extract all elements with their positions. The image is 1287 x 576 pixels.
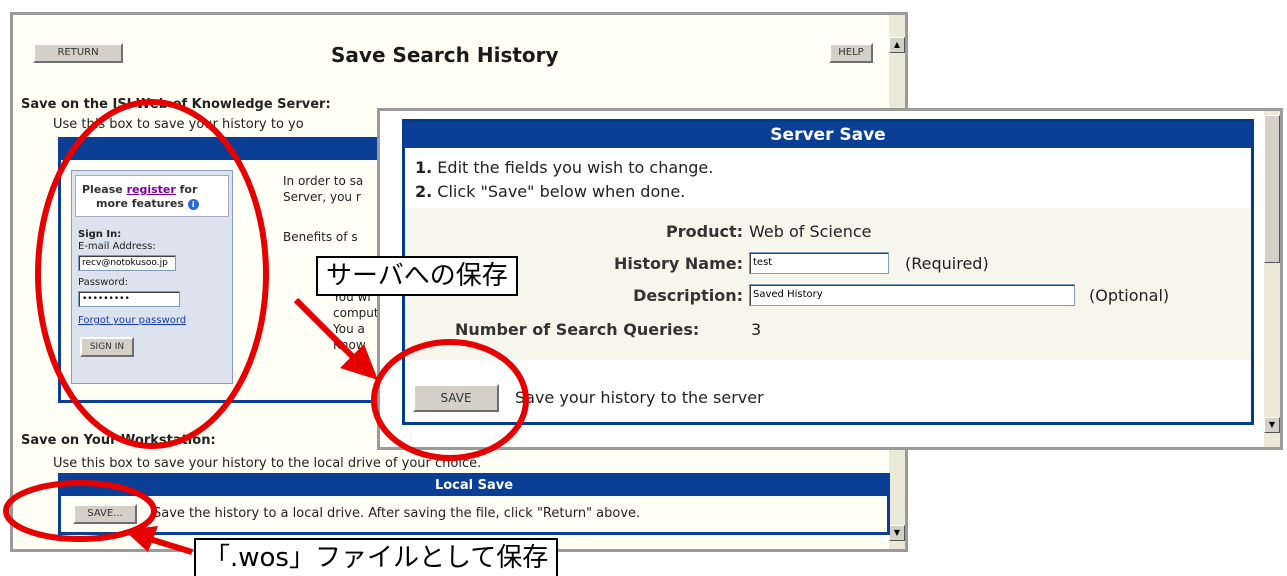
scroll-up-icon[interactable]: ▲ — [889, 37, 905, 53]
forgot-password-link[interactable]: Forgot your password — [78, 315, 186, 326]
server-save-panel: Server Save 1. Edit the fields you wish … — [402, 119, 1254, 425]
queries-label: Number of Search Queries: — [455, 320, 700, 339]
order-text-1: In order to sa — [283, 174, 364, 188]
bullet-1b: comput — [333, 306, 379, 320]
workstation-intro-text: Use this box to save your history to the… — [53, 456, 482, 471]
step-2: 2. Click "Save" below when done. — [415, 182, 686, 201]
local-save-box: Local Save SAVE... Save the history to a… — [58, 473, 890, 535]
description-label: Description: — [633, 286, 743, 305]
email-label: E-mail Address: — [78, 241, 156, 252]
password-label: Password: — [78, 277, 129, 288]
order-text-2: Server, you r — [283, 190, 361, 204]
sign-in-button[interactable]: SIGN IN — [80, 337, 134, 357]
queries-value: 3 — [751, 320, 762, 339]
history-name-field[interactable]: test — [749, 252, 889, 274]
register-prompt: Please register for — [82, 183, 198, 196]
scroll-down-icon[interactable]: ▼ — [889, 525, 905, 541]
server-save-text: Save your history to the server — [515, 388, 764, 407]
workstation-section-heading: Save on Your Workstation: — [21, 433, 216, 448]
history-name-label: History Name: — [613, 254, 743, 273]
wos-file-callout: 「.wos」ファイルとして保存 — [194, 538, 559, 576]
server-intro-text: Use this box to save your history to yo — [53, 117, 304, 132]
description-field[interactable]: Saved History — [749, 284, 1075, 306]
login-panel: Please register for more features i Sign… — [71, 170, 233, 384]
server-save-button[interactable]: SAVE — [413, 384, 499, 412]
front-scroll-thumb[interactable] — [1264, 115, 1280, 263]
history-name-hint: (Required) — [905, 254, 989, 273]
email-field[interactable]: recv@notokusoo.jp — [78, 255, 176, 271]
page-title: Save Search History — [331, 43, 559, 67]
local-save-text: Save the history to a local drive. After… — [153, 506, 641, 521]
front-scrollbar[interactable]: ▼ — [1264, 111, 1280, 447]
info-icon[interactable]: i — [187, 198, 199, 210]
server-save-header: Server Save — [405, 122, 1251, 148]
local-save-button[interactable]: SAVE... — [73, 504, 137, 524]
help-button[interactable]: HELP — [829, 43, 873, 63]
front-scroll-down-icon[interactable]: ▼ — [1264, 417, 1280, 433]
bullet-2b: Know — [333, 338, 366, 352]
sign-in-label: Sign In: — [78, 229, 122, 240]
bullet-2a: You a — [333, 322, 365, 336]
bullet-2-dot: • — [319, 320, 327, 334]
product-label: Product: — [666, 222, 743, 241]
server-save-box-header — [61, 140, 415, 160]
register-prompt-line2: more features i — [96, 197, 199, 210]
register-link[interactable]: register — [127, 183, 176, 196]
description-hint: (Optional) — [1089, 286, 1170, 305]
product-value: Web of Science — [749, 222, 872, 241]
benefits-text: Benefits of s — [283, 230, 358, 244]
server-section-heading: Save on the ISI Web of Knowledge Server: — [21, 97, 331, 112]
password-field[interactable]: ••••••••• — [78, 291, 180, 307]
server-save-callout: サーバへの保存 — [316, 256, 518, 296]
step-1: 1. Edit the fields you wish to change. — [415, 158, 714, 177]
return-button[interactable]: RETURN — [33, 43, 123, 63]
local-save-header: Local Save — [61, 476, 887, 496]
